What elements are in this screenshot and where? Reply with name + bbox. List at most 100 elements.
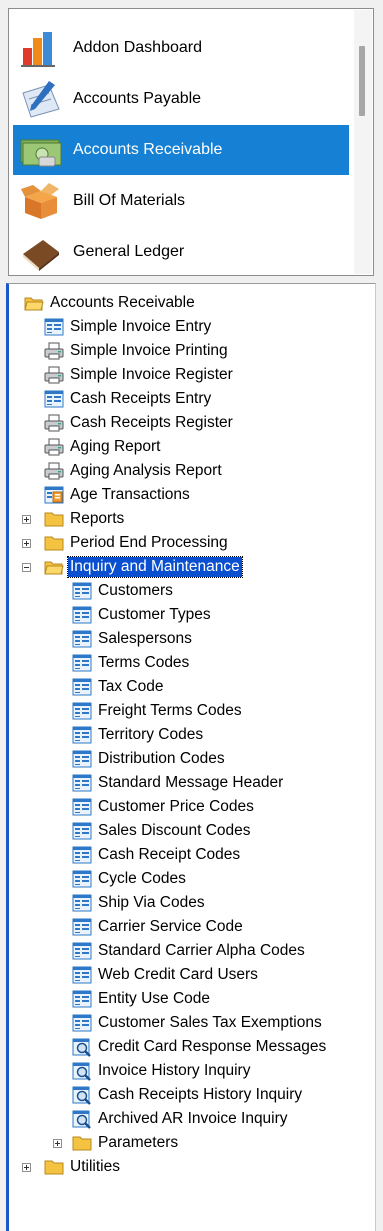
tree-item-customer-sales-tax-exemptions[interactable]: Customer Sales Tax Exemptions (71, 1012, 324, 1034)
ledger-book-icon (19, 232, 63, 272)
module-addon-dashboard[interactable]: Addon Dashboard (13, 23, 349, 73)
tree-label: Cash Receipts Entry (70, 390, 212, 407)
tree-label: Aging Report (70, 438, 161, 455)
module-label: Bill Of Materials (73, 192, 186, 209)
form-icon (71, 1013, 93, 1033)
open-folder-icon (23, 293, 45, 313)
tree-item-cash-receipts-register[interactable]: Cash Receipts Register (43, 412, 235, 434)
tree-label: Archived AR Invoice Inquiry (98, 1110, 288, 1127)
tree-item-credit-card-response-messages[interactable]: Credit Card Response Messages (71, 1036, 328, 1058)
module-list-scrollbar[interactable] (354, 10, 372, 274)
tree-label: Distribution Codes (98, 750, 225, 767)
expand-toggle-reports[interactable] (22, 515, 31, 524)
inquiry-icon (71, 1109, 93, 1129)
module-bill-of-materials[interactable]: Bill Of Materials (13, 176, 349, 226)
box-icon (19, 181, 63, 221)
tree-label: Salespersons (98, 630, 192, 647)
tree-label: Tax Code (98, 678, 164, 695)
tree-label: Territory Codes (98, 726, 204, 743)
tree-item-cash-receipts-entry[interactable]: Cash Receipts Entry (43, 388, 213, 410)
tree-root-accounts-receivable[interactable]: Accounts Receivable (23, 292, 197, 314)
tree-label: Accounts Receivable (50, 294, 195, 311)
folder-icon (43, 533, 65, 553)
form-icon (71, 941, 93, 961)
expand-toggle-utilities[interactable] (22, 1163, 31, 1172)
tree-item-entity-use-code[interactable]: Entity Use Code (71, 988, 212, 1010)
module-list[interactable]: Addon Dashboard Accounts Payable Account… (8, 8, 374, 276)
tree-label: Standard Carrier Alpha Codes (98, 942, 305, 959)
module-general-ledger[interactable]: General Ledger (13, 227, 349, 275)
tree-label: Customers (98, 582, 173, 599)
printer-icon (43, 413, 65, 433)
pen-paper-icon (19, 79, 63, 119)
expand-toggle-period-end[interactable] (22, 539, 31, 548)
tree-folder-period-end-processing[interactable]: Period End Processing (43, 532, 230, 554)
form-icon (43, 317, 65, 337)
tree-item-territory-codes[interactable]: Territory Codes (71, 724, 205, 746)
form-icon (71, 797, 93, 817)
form-icon (71, 749, 93, 769)
form-icon (71, 821, 93, 841)
form-icon (71, 773, 93, 793)
form-icon (71, 845, 93, 865)
tree-label: Cash Receipt Codes (98, 846, 241, 863)
tree-label: Cash Receipts Register (70, 414, 233, 431)
tree-folder-parameters[interactable]: Parameters (71, 1132, 180, 1154)
tree-item-cycle-codes[interactable]: Cycle Codes (71, 868, 188, 890)
tree-item-invoice-history-inquiry[interactable]: Invoice History Inquiry (71, 1060, 252, 1082)
tree-folder-reports[interactable]: Reports (43, 508, 126, 530)
tree-item-terms-codes[interactable]: Terms Codes (71, 652, 191, 674)
tree-folder-inquiry-and-maintenance[interactable]: Inquiry and Maintenance (43, 556, 243, 578)
navigation-tree[interactable]: Accounts Receivable Simple Invoice Entry… (6, 283, 376, 1231)
tree-item-archived-ar-invoice-inquiry[interactable]: Archived AR Invoice Inquiry (71, 1108, 290, 1130)
tree-label: Standard Message Header (98, 774, 284, 791)
tree-item-tax-code[interactable]: Tax Code (71, 676, 165, 698)
tree-item-carrier-service-code[interactable]: Carrier Service Code (71, 916, 245, 938)
tree-item-customer-types[interactable]: Customer Types (71, 604, 213, 626)
tree-label: Carrier Service Code (98, 918, 243, 935)
tree-item-simple-invoice-entry[interactable]: Simple Invoice Entry (43, 316, 213, 338)
tree-item-standard-message-header[interactable]: Standard Message Header (71, 772, 285, 794)
form-icon (71, 677, 93, 697)
tree-label: Customer Price Codes (98, 798, 254, 815)
tree-label: Ship Via Codes (98, 894, 205, 911)
form-icon (71, 989, 93, 1009)
tree-item-simple-invoice-register[interactable]: Simple Invoice Register (43, 364, 235, 386)
tree-folder-utilities[interactable]: Utilities (43, 1156, 122, 1178)
form-icon (71, 965, 93, 985)
collapse-toggle-inquiry[interactable] (22, 563, 31, 572)
tree-item-aging-analysis-report[interactable]: Aging Analysis Report (43, 460, 224, 482)
tree-item-ship-via-codes[interactable]: Ship Via Codes (71, 892, 207, 914)
tree-label: Period End Processing (70, 534, 228, 551)
tree-item-aging-report[interactable]: Aging Report (43, 436, 162, 458)
tree-item-salespersons[interactable]: Salespersons (71, 628, 194, 650)
tree-item-cash-receipt-codes[interactable]: Cash Receipt Codes (71, 844, 242, 866)
form-icon (71, 605, 93, 625)
tree-item-sales-discount-codes[interactable]: Sales Discount Codes (71, 820, 253, 842)
expand-toggle-parameters[interactable] (53, 1139, 62, 1148)
tree-label: Customer Types (98, 606, 211, 623)
tree-item-web-credit-card-users[interactable]: Web Credit Card Users (71, 964, 260, 986)
module-accounts-payable[interactable]: Accounts Payable (13, 74, 349, 124)
tree-item-standard-carrier-alpha-codes[interactable]: Standard Carrier Alpha Codes (71, 940, 307, 962)
tree-item-customers[interactable]: Customers (71, 580, 175, 602)
tree-item-cash-receipts-history-inquiry[interactable]: Cash Receipts History Inquiry (71, 1084, 304, 1106)
scrollbar-thumb[interactable] (359, 46, 365, 116)
tree-item-freight-terms-codes[interactable]: Freight Terms Codes (71, 700, 244, 722)
form-icon (71, 581, 93, 601)
tree-label: Age Transactions (70, 486, 190, 503)
process-icon (43, 485, 65, 505)
tree-item-distribution-codes[interactable]: Distribution Codes (71, 748, 227, 770)
tree-item-customer-price-codes[interactable]: Customer Price Codes (71, 796, 256, 818)
tree-label: Simple Invoice Printing (70, 342, 228, 359)
module-label: Accounts Payable (73, 90, 202, 107)
folder-icon (43, 509, 65, 529)
printer-icon (43, 437, 65, 457)
form-icon (43, 389, 65, 409)
module-accounts-receivable[interactable]: Accounts Receivable (13, 125, 349, 175)
inquiry-icon (71, 1061, 93, 1081)
module-label: General Ledger (73, 243, 185, 260)
tree-item-simple-invoice-printing[interactable]: Simple Invoice Printing (43, 340, 230, 362)
form-icon (71, 917, 93, 937)
tree-item-age-transactions[interactable]: Age Transactions (43, 484, 192, 506)
